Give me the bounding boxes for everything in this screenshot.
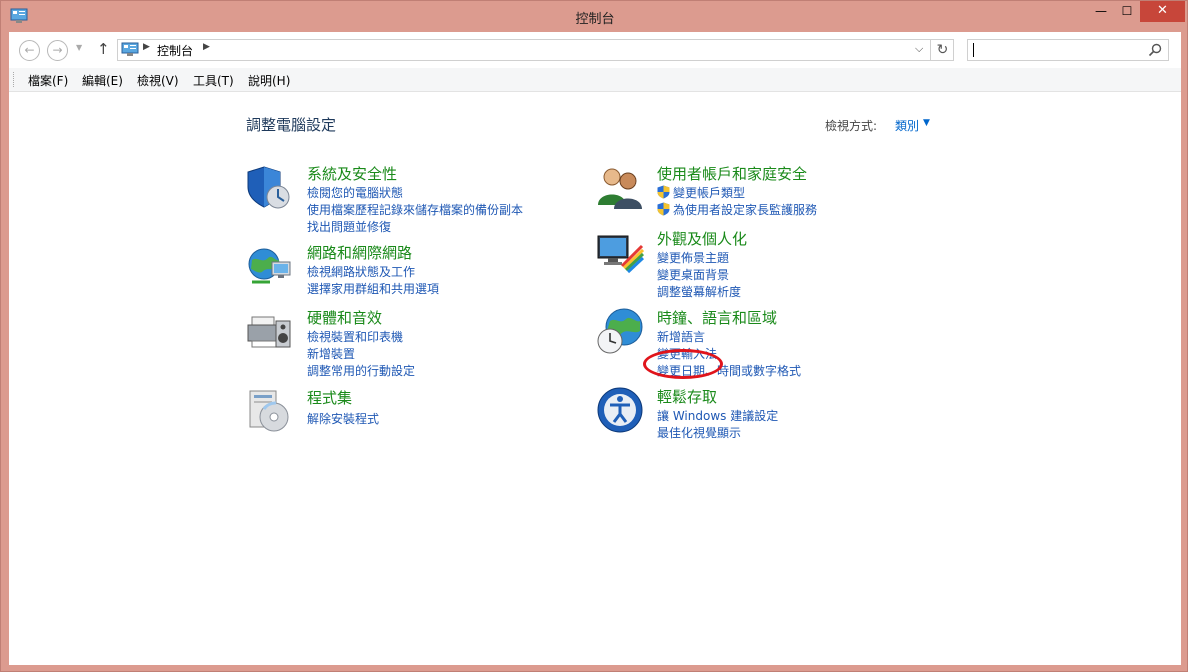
- link-windows-suggest-settings[interactable]: 讓 Windows 建議設定: [657, 407, 778, 424]
- navigation-bar: ← → ▼ ↑ ▶ 控制台 ▶ ⌵ ↻: [9, 32, 1181, 68]
- link-change-theme[interactable]: 變更佈景主題: [657, 249, 729, 266]
- link-change-account-type[interactable]: 變更帳戶類型: [657, 184, 745, 201]
- link-file-history-backup[interactable]: 使用檔案歷程記錄來儲存檔案的備份副本: [307, 201, 523, 218]
- recent-locations-dropdown-icon[interactable]: ▼: [76, 43, 82, 52]
- chevron-down-icon[interactable]: ▼: [923, 118, 930, 128]
- view-by-label: 檢視方式:: [825, 119, 878, 133]
- category-title[interactable]: 外觀及個人化: [657, 228, 747, 249]
- link-add-language[interactable]: 新增語言: [657, 328, 705, 345]
- link-add-device[interactable]: 新增裝置: [307, 345, 355, 362]
- address-dropdown-icon[interactable]: ⌵: [915, 42, 923, 56]
- back-button[interactable]: ←: [19, 40, 40, 61]
- menu-grip: [13, 72, 15, 87]
- category-title[interactable]: 硬體和音效: [307, 307, 382, 328]
- refresh-button[interactable]: ↻: [930, 39, 954, 61]
- category-network-internet: 網路和網際網路 檢視網路狀態及工作 選擇家用群組和共用選項: [246, 242, 576, 298]
- category-title[interactable]: 系統及安全性: [307, 163, 397, 184]
- category-appearance-personalization: 外觀及個人化 變更佈景主題 變更桌面背景 調整螢幕解析度: [596, 228, 956, 300]
- forward-button[interactable]: →: [47, 40, 68, 61]
- link-screen-resolution[interactable]: 調整螢幕解析度: [657, 283, 741, 300]
- link-find-fix-problems[interactable]: 找出問題並修復: [307, 218, 391, 235]
- text-caret: [973, 43, 974, 57]
- link-devices-printers[interactable]: 檢視裝置和印表機: [307, 328, 403, 345]
- minimize-button[interactable]: —: [1088, 1, 1114, 22]
- close-button[interactable]: ✕: [1140, 1, 1185, 22]
- category-title[interactable]: 使用者帳戶和家庭安全: [657, 163, 807, 184]
- link-family-safety[interactable]: 為使用者設定家長監護服務: [657, 201, 817, 218]
- breadcrumb-control-panel[interactable]: 控制台: [157, 42, 193, 59]
- category-title[interactable]: 網路和網際網路: [307, 242, 412, 263]
- main-content: 調整電腦設定 檢視方式: 類別 ▼ 系統及安全性 檢閱您的電腦狀態 使用檔案歷程…: [9, 93, 1181, 665]
- category-hardware-sound: 硬體和音效 檢視裝置和印表機 新增裝置 調整常用的行動設定: [246, 307, 576, 379]
- address-bar[interactable]: ▶ 控制台 ▶ ⌵ ↻: [117, 39, 954, 61]
- control-panel-window: 控制台 — ☐ ✕ ← → ▼ ↑ ▶ 控制台 ▶ ⌵ ↻ 檔案(F) 編輯(E…: [0, 0, 1188, 672]
- shield-icon[interactable]: [246, 163, 294, 211]
- menu-edit[interactable]: 編輯(E): [82, 72, 123, 89]
- category-user-accounts: 使用者帳戶和家庭安全 變更帳戶類型 為使用者設定家長監護服務: [596, 163, 956, 219]
- window-title: 控制台: [575, 12, 615, 27]
- link-uninstall-program[interactable]: 解除安裝程式: [307, 410, 379, 427]
- network-globe-icon[interactable]: [246, 242, 294, 290]
- menu-file[interactable]: 檔案(F): [28, 72, 68, 89]
- up-button[interactable]: ↑: [97, 40, 110, 58]
- uac-shield-icon: [657, 185, 670, 199]
- menu-bar: 檔案(F) 編輯(E) 檢視(V) 工具(T) 說明(H): [9, 68, 1181, 92]
- category-ease-of-access: 輕鬆存取 讓 Windows 建議設定 最佳化視覺顯示: [596, 386, 956, 442]
- users-icon[interactable]: [596, 163, 644, 211]
- category-title[interactable]: 輕鬆存取: [657, 386, 717, 407]
- category-title[interactable]: 程式集: [307, 387, 352, 408]
- control-panel-icon: [121, 42, 139, 56]
- link-desktop-background[interactable]: 變更桌面背景: [657, 266, 729, 283]
- link-mobility-settings[interactable]: 調整常用的行動設定: [307, 362, 415, 379]
- breadcrumb-chevron-icon[interactable]: ▶: [143, 42, 150, 52]
- category-programs: 程式集 解除安裝程式: [246, 387, 576, 437]
- title-bar[interactable]: 控制台 — ☐ ✕: [1, 1, 1188, 32]
- menu-view[interactable]: 檢視(V): [137, 72, 179, 89]
- programs-disc-icon[interactable]: [246, 387, 294, 435]
- breadcrumb-chevron-icon[interactable]: ▶: [203, 42, 210, 52]
- uac-shield-icon: [657, 202, 670, 216]
- printer-speaker-icon[interactable]: [246, 307, 294, 355]
- clock-globe-icon[interactable]: [596, 307, 644, 355]
- link-label: 變更帳戶類型: [673, 186, 746, 200]
- page-title: 調整電腦設定: [246, 116, 337, 134]
- window-client-area: ← → ▼ ↑ ▶ 控制台 ▶ ⌵ ↻ 檔案(F) 編輯(E) 檢視(V) 工具…: [9, 32, 1181, 665]
- view-by-dropdown[interactable]: 類別: [895, 117, 919, 134]
- link-review-computer-status[interactable]: 檢閱您的電腦狀態: [307, 184, 403, 201]
- search-input[interactable]: [967, 39, 1169, 61]
- link-optimize-visual-display[interactable]: 最佳化視覺顯示: [657, 424, 741, 441]
- maximize-button[interactable]: ☐: [1114, 1, 1140, 22]
- ease-of-access-icon[interactable]: [596, 386, 644, 434]
- menu-tools[interactable]: 工具(T): [193, 72, 234, 89]
- menu-help[interactable]: 說明(H): [248, 72, 290, 89]
- category-title[interactable]: 時鐘、語言和區域: [657, 307, 777, 328]
- link-label: 為使用者設定家長監護服務: [673, 203, 818, 217]
- link-homegroup-sharing[interactable]: 選擇家用群組和共用選項: [307, 280, 439, 297]
- category-system-security: 系統及安全性 檢閱您的電腦狀態 使用檔案歷程記錄來儲存檔案的備份副本 找出問題並…: [246, 163, 576, 235]
- monitor-color-icon[interactable]: [596, 228, 644, 276]
- link-network-status-tasks[interactable]: 檢視網路狀態及工作: [307, 263, 415, 280]
- search-icon[interactable]: [1148, 43, 1162, 57]
- highlight-annotation-ellipse: [643, 349, 723, 379]
